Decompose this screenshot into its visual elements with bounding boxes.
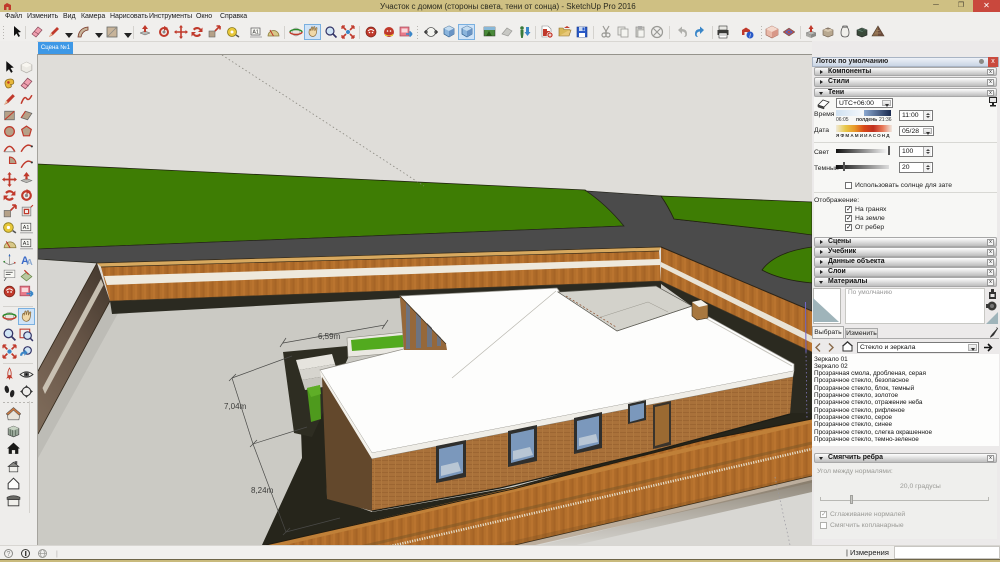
svg-text:|: | — [56, 551, 58, 558]
svg-text:A1: A1 — [23, 241, 30, 247]
svg-text:A: A — [27, 256, 33, 266]
svg-text:?: ? — [7, 551, 11, 558]
svg-text:A1: A1 — [253, 30, 259, 36]
svg-text:A1: A1 — [23, 225, 30, 231]
svg-text:6,59m: 6,59m — [318, 332, 341, 341]
svg-text:8,24m: 8,24m — [251, 486, 274, 495]
svg-text:7,04m: 7,04m — [224, 402, 247, 411]
